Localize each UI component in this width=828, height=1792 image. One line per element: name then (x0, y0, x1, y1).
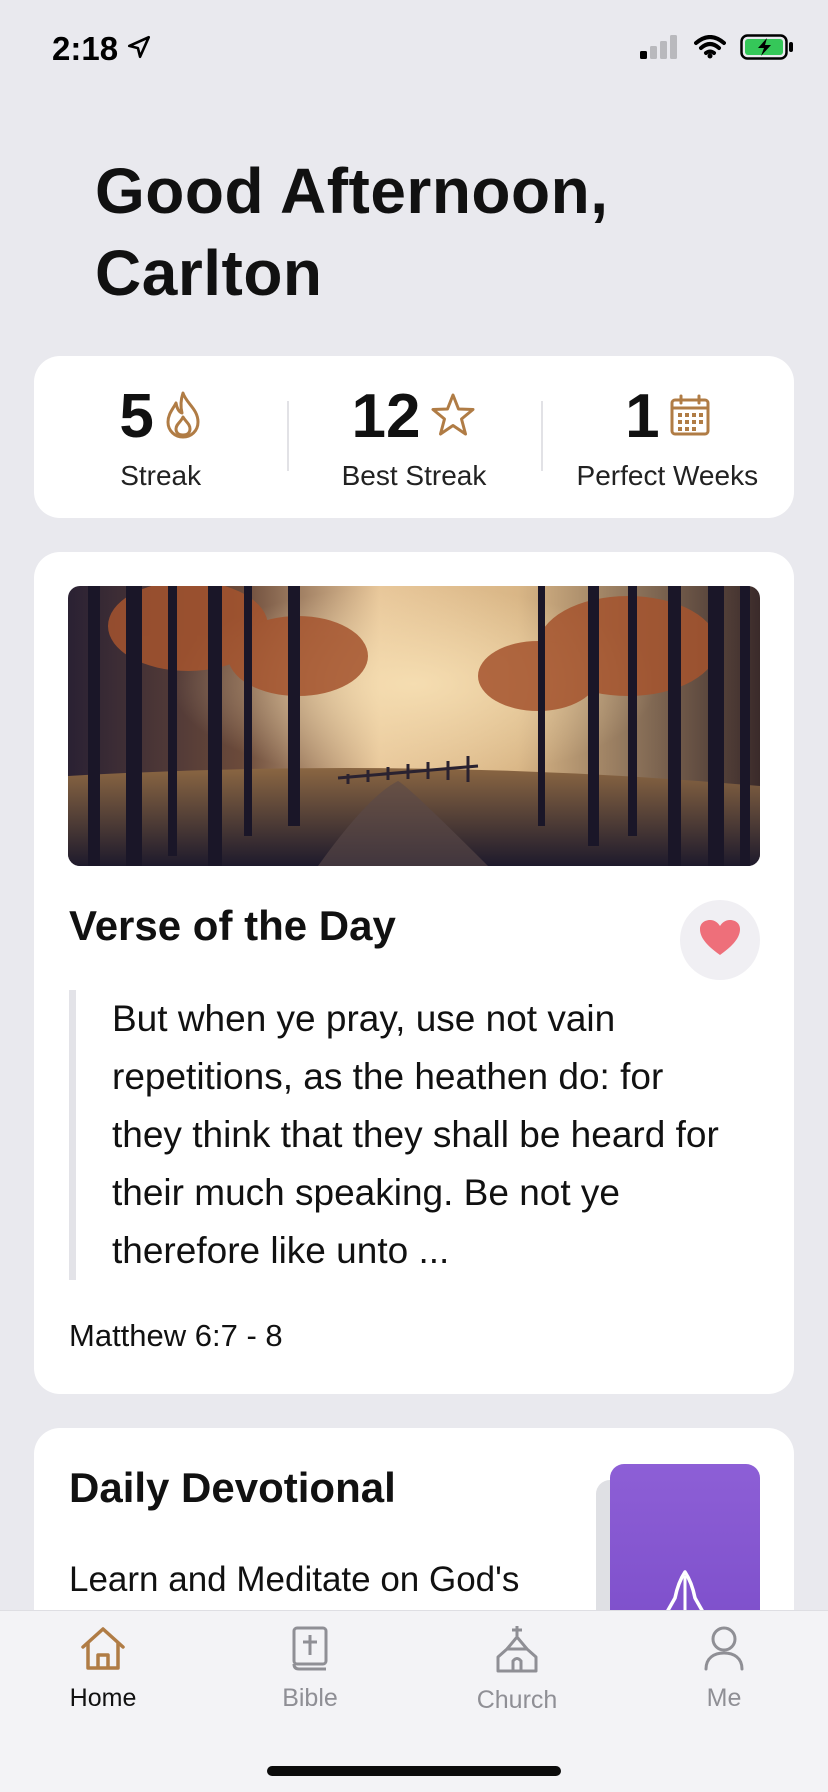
autumn-forest-path-image (68, 586, 760, 866)
tab-home-label: Home (69, 1684, 137, 1712)
home-indicator[interactable] (267, 1766, 561, 1776)
verse-reference: Matthew 6:7 - 8 (69, 1318, 283, 1353)
stat-perfect-weeks-value: 1 (625, 382, 660, 451)
stat-best-streak-value: 12 (351, 382, 421, 451)
stat-perfect-weeks-label: Perfect Weeks (576, 460, 759, 491)
verse-of-the-day-card[interactable]: Verse of the Day But when ye pray, use n… (34, 552, 794, 1394)
tab-me[interactable]: Me (659, 1625, 789, 1713)
status-icons (640, 34, 794, 65)
stats-card[interactable]: 5 Streak 12 Best Streak 1 Perfect Weeks (34, 356, 794, 518)
verse-text: But when ye pray, use not vain repetitio… (69, 990, 729, 1280)
battery-charging-icon (740, 34, 794, 65)
stat-best-streak[interactable]: 12 Best Streak (287, 356, 540, 518)
tab-me-label: Me (706, 1684, 742, 1712)
tab-bible-label: Bible (282, 1684, 338, 1712)
stat-streak-value: 5 (119, 382, 154, 451)
person-icon (703, 1625, 745, 1676)
tab-bar: Home Bible Church Me (0, 1610, 828, 1792)
tab-home[interactable]: Home (38, 1625, 168, 1713)
devotional-subtitle: Learn and Meditate on God's (69, 1560, 520, 1599)
home-icon (79, 1625, 127, 1676)
status-bar: 2:18 (0, 0, 828, 100)
devotional-title: Daily Devotional (69, 1464, 396, 1511)
stat-best-streak-label: Best Streak (341, 460, 487, 491)
signal-icon (640, 35, 680, 64)
tab-church[interactable]: Church (452, 1625, 582, 1715)
greeting-title: Good Afternoon, Carlton (95, 155, 609, 309)
tab-church-label: Church (476, 1686, 558, 1714)
tab-bible[interactable]: Bible (245, 1625, 375, 1713)
favorite-button[interactable] (680, 900, 760, 980)
stat-streak-label: Streak (120, 460, 202, 491)
flame-icon (164, 391, 202, 444)
status-time: 2:18 (52, 30, 152, 68)
bible-icon (290, 1625, 330, 1676)
calendar-icon (670, 394, 710, 441)
location-arrow-icon (126, 30, 152, 68)
status-time-label: 2:18 (52, 30, 119, 67)
church-icon (495, 1625, 539, 1678)
wifi-icon (694, 35, 726, 64)
star-icon (430, 392, 476, 443)
verse-title: Verse of the Day (69, 902, 396, 949)
stat-perfect-weeks[interactable]: 1 Perfect Weeks (540, 356, 794, 518)
stat-streak[interactable]: 5 Streak (34, 356, 287, 518)
heart-icon (699, 919, 741, 962)
